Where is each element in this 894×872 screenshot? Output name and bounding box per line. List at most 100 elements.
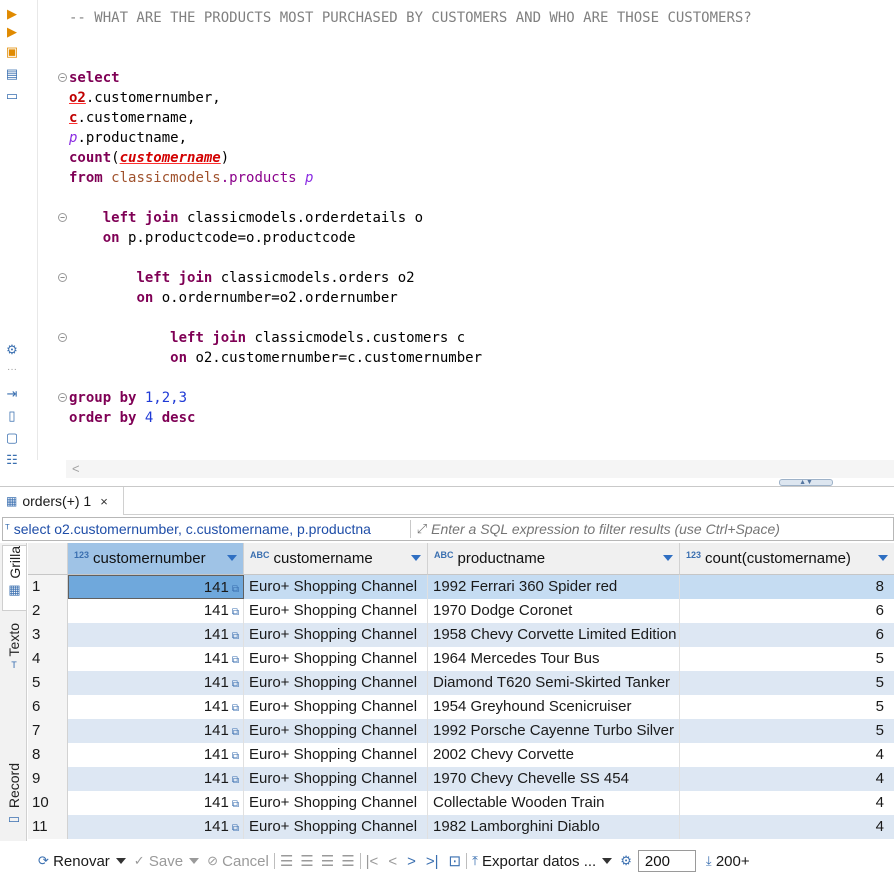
scroll-left-icon[interactable]: < <box>72 461 80 476</box>
export-data-button[interactable]: ⤒ Exportar datos ... <box>472 853 596 870</box>
refresh-dropdown-icon[interactable] <box>115 858 126 864</box>
cell-count[interactable]: 4 <box>680 815 894 839</box>
table-row[interactable]: 9 141 ⧉ Euro+ Shopping Channel 1970 Chevy Ch… <box>28 767 894 791</box>
cell-count[interactable]: 5 <box>680 719 894 743</box>
cell-customernumber[interactable]: 141 ⧉ <box>68 599 244 623</box>
explain-plan-icon[interactable]: ▣ <box>4 44 20 60</box>
cell-customernumber[interactable]: 141 ⧉ <box>68 575 244 599</box>
execute-script-icon[interactable]: ▶ <box>4 24 20 40</box>
cell-customername[interactable]: Euro+ Shopping Channel <box>244 767 428 791</box>
cell-count[interactable]: 8 <box>680 575 894 599</box>
cell-customername[interactable]: Euro+ Shopping Channel <box>244 719 428 743</box>
cell-customername[interactable]: Euro+ Shopping Channel <box>244 815 428 839</box>
copy-row-icon[interactable]: ☰ <box>321 852 334 870</box>
table-row[interactable]: 6 141 ⧉ Euro+ Shopping Channel 1954 Greyhoun… <box>28 695 894 719</box>
fetch-all-icon[interactable]: ⊡ <box>449 852 462 870</box>
open-reference-icon[interactable]: ⧉ <box>232 727 239 738</box>
cell-productname[interactable]: Diamond T620 Semi-Skirted Tanker <box>428 671 680 695</box>
cell-count[interactable]: 6 <box>680 599 894 623</box>
previous-page-icon[interactable]: < <box>388 853 397 870</box>
cell-customername[interactable]: Euro+ Shopping Channel <box>244 671 428 695</box>
cell-productname[interactable]: Collectable Wooden Train <box>428 791 680 815</box>
cell-customername[interactable]: Euro+ Shopping Channel <box>244 599 428 623</box>
cell-customernumber[interactable]: 141 ⧉ <box>68 647 244 671</box>
cell-productname[interactable]: 1954 Greyhound Scenicruiser <box>428 695 680 719</box>
row-number[interactable]: 10 <box>28 791 68 815</box>
column-header-customername[interactable]: ABC customername <box>244 543 428 575</box>
fold-toggle-icon[interactable]: − <box>58 213 67 222</box>
expand-icon[interactable]: ⤢ <box>417 521 427 537</box>
cell-customername[interactable]: Euro+ Shopping Channel <box>244 575 428 599</box>
fold-toggle-icon[interactable]: − <box>58 393 67 402</box>
fold-toggle-icon[interactable]: − <box>58 273 67 282</box>
tab-record-view[interactable]: Record ▭ <box>2 763 26 839</box>
cell-productname[interactable]: 1982 Lamborghini Diablo <box>428 815 680 839</box>
table-row[interactable]: 1 141 ⧉ Euro+ Shopping Channel 1992 Ferrari … <box>28 575 894 599</box>
cell-productname[interactable]: 1992 Ferrari 360 Spider red <box>428 575 680 599</box>
open-reference-icon[interactable]: ⧉ <box>232 631 239 642</box>
table-row[interactable]: 11 141 ⧉ Euro+ Shopping Channel 1982 Lamborg… <box>28 815 894 839</box>
open-reference-icon[interactable]: ⧉ <box>232 679 239 690</box>
column-header-productname[interactable]: ABC productname <box>428 543 680 575</box>
row-number[interactable]: 3 <box>28 623 68 647</box>
row-number[interactable]: 8 <box>28 743 68 767</box>
new-script-icon[interactable]: ▯ <box>4 408 20 424</box>
open-reference-icon[interactable]: ⧉ <box>232 799 239 810</box>
cell-customernumber[interactable]: 141 ⧉ <box>68 695 244 719</box>
load-script-icon[interactable]: ▤ <box>4 66 20 82</box>
cell-count[interactable]: 4 <box>680 791 894 815</box>
open-reference-icon[interactable]: ⧉ <box>232 703 239 714</box>
sql-code-area[interactable]: -- WHAT ARE THE PRODUCTS MOST PURCHASED … <box>38 0 894 460</box>
row-number[interactable]: 4 <box>28 647 68 671</box>
open-reference-icon[interactable]: ⧉ <box>232 751 239 762</box>
first-page-icon[interactable]: |< <box>366 853 379 870</box>
fold-toggle-icon[interactable]: − <box>58 73 67 82</box>
cell-customername[interactable]: Euro+ Shopping Channel <box>244 623 428 647</box>
row-number[interactable]: 7 <box>28 719 68 743</box>
cell-count[interactable]: 6 <box>680 623 894 647</box>
delete-row-icon[interactable]: ☰ <box>341 852 354 870</box>
table-row[interactable]: 8 141 ⧉ Euro+ Shopping Channel 2002 Chevy Co… <box>28 743 894 767</box>
open-reference-icon[interactable]: ⧉ <box>232 607 239 618</box>
row-number[interactable]: 9 <box>28 767 68 791</box>
edit-row-icon[interactable]: ☰ <box>280 852 293 870</box>
cell-count[interactable]: 4 <box>680 767 894 791</box>
row-number[interactable]: 5 <box>28 671 68 695</box>
cell-customernumber[interactable]: 141 ⧉ <box>68 623 244 647</box>
cell-productname[interactable]: 1970 Chevy Chevelle SS 454 <box>428 767 680 791</box>
tab-results-orders[interactable]: ▦ orders(+) 1 × <box>0 487 124 515</box>
export-dropdown-icon[interactable] <box>602 858 613 864</box>
fetch-size-input[interactable] <box>637 850 696 872</box>
cell-count[interactable]: 5 <box>680 647 894 671</box>
outline-icon[interactable]: ☷ <box>4 452 20 468</box>
table-row[interactable]: 5 141 ⧉ Euro+ Shopping Channel Diamond T620 … <box>28 671 894 695</box>
gear-icon[interactable]: ⚙ <box>4 342 20 358</box>
cell-productname[interactable]: 2002 Chevy Corvette <box>428 743 680 767</box>
cell-customernumber[interactable]: 141 ⧉ <box>68 815 244 839</box>
table-row[interactable]: 2 141 ⧉ Euro+ Shopping Channel 1970 Dodge Co… <box>28 599 894 623</box>
export-results-icon[interactable]: ⇥ <box>4 386 20 402</box>
cell-productname[interactable]: 1992 Porsche Cayenne Turbo Silver <box>428 719 680 743</box>
cell-customernumber[interactable]: 141 ⧉ <box>68 767 244 791</box>
tab-text-view[interactable]: Texto ᵀ <box>2 623 26 693</box>
cell-count[interactable]: 5 <box>680 695 894 719</box>
cell-customernumber[interactable]: 141 ⧉ <box>68 743 244 767</box>
save-dropdown-icon[interactable] <box>189 858 200 864</box>
sort-icon[interactable] <box>878 555 888 561</box>
cancel-button[interactable]: ⊘ Cancel <box>207 853 269 870</box>
cell-customernumber[interactable]: 141 ⧉ <box>68 719 244 743</box>
cell-customernumber[interactable]: 141 ⧉ <box>68 791 244 815</box>
cell-customername[interactable]: Euro+ Shopping Channel <box>244 647 428 671</box>
row-number[interactable]: 11 <box>28 815 68 839</box>
filter-query-text[interactable]: select o2.customernumber, c.customername… <box>10 521 410 537</box>
refresh-button[interactable]: ⟳ Renovar <box>38 853 110 870</box>
cell-productname[interactable]: 1970 Dodge Coronet <box>428 599 680 623</box>
table-row[interactable]: 10 141 ⧉ Euro+ Shopping Channel Collectable … <box>28 791 894 815</box>
row-number[interactable]: 2 <box>28 599 68 623</box>
execute-statement-icon[interactable]: ▶ <box>4 6 20 22</box>
sort-icon[interactable] <box>663 555 673 561</box>
table-row[interactable]: 7 141 ⧉ Euro+ Shopping Channel 1992 Porsche … <box>28 719 894 743</box>
row-number[interactable]: 1 <box>28 575 68 599</box>
open-reference-icon[interactable]: ⧉ <box>232 775 239 786</box>
sort-icon[interactable] <box>411 555 421 561</box>
